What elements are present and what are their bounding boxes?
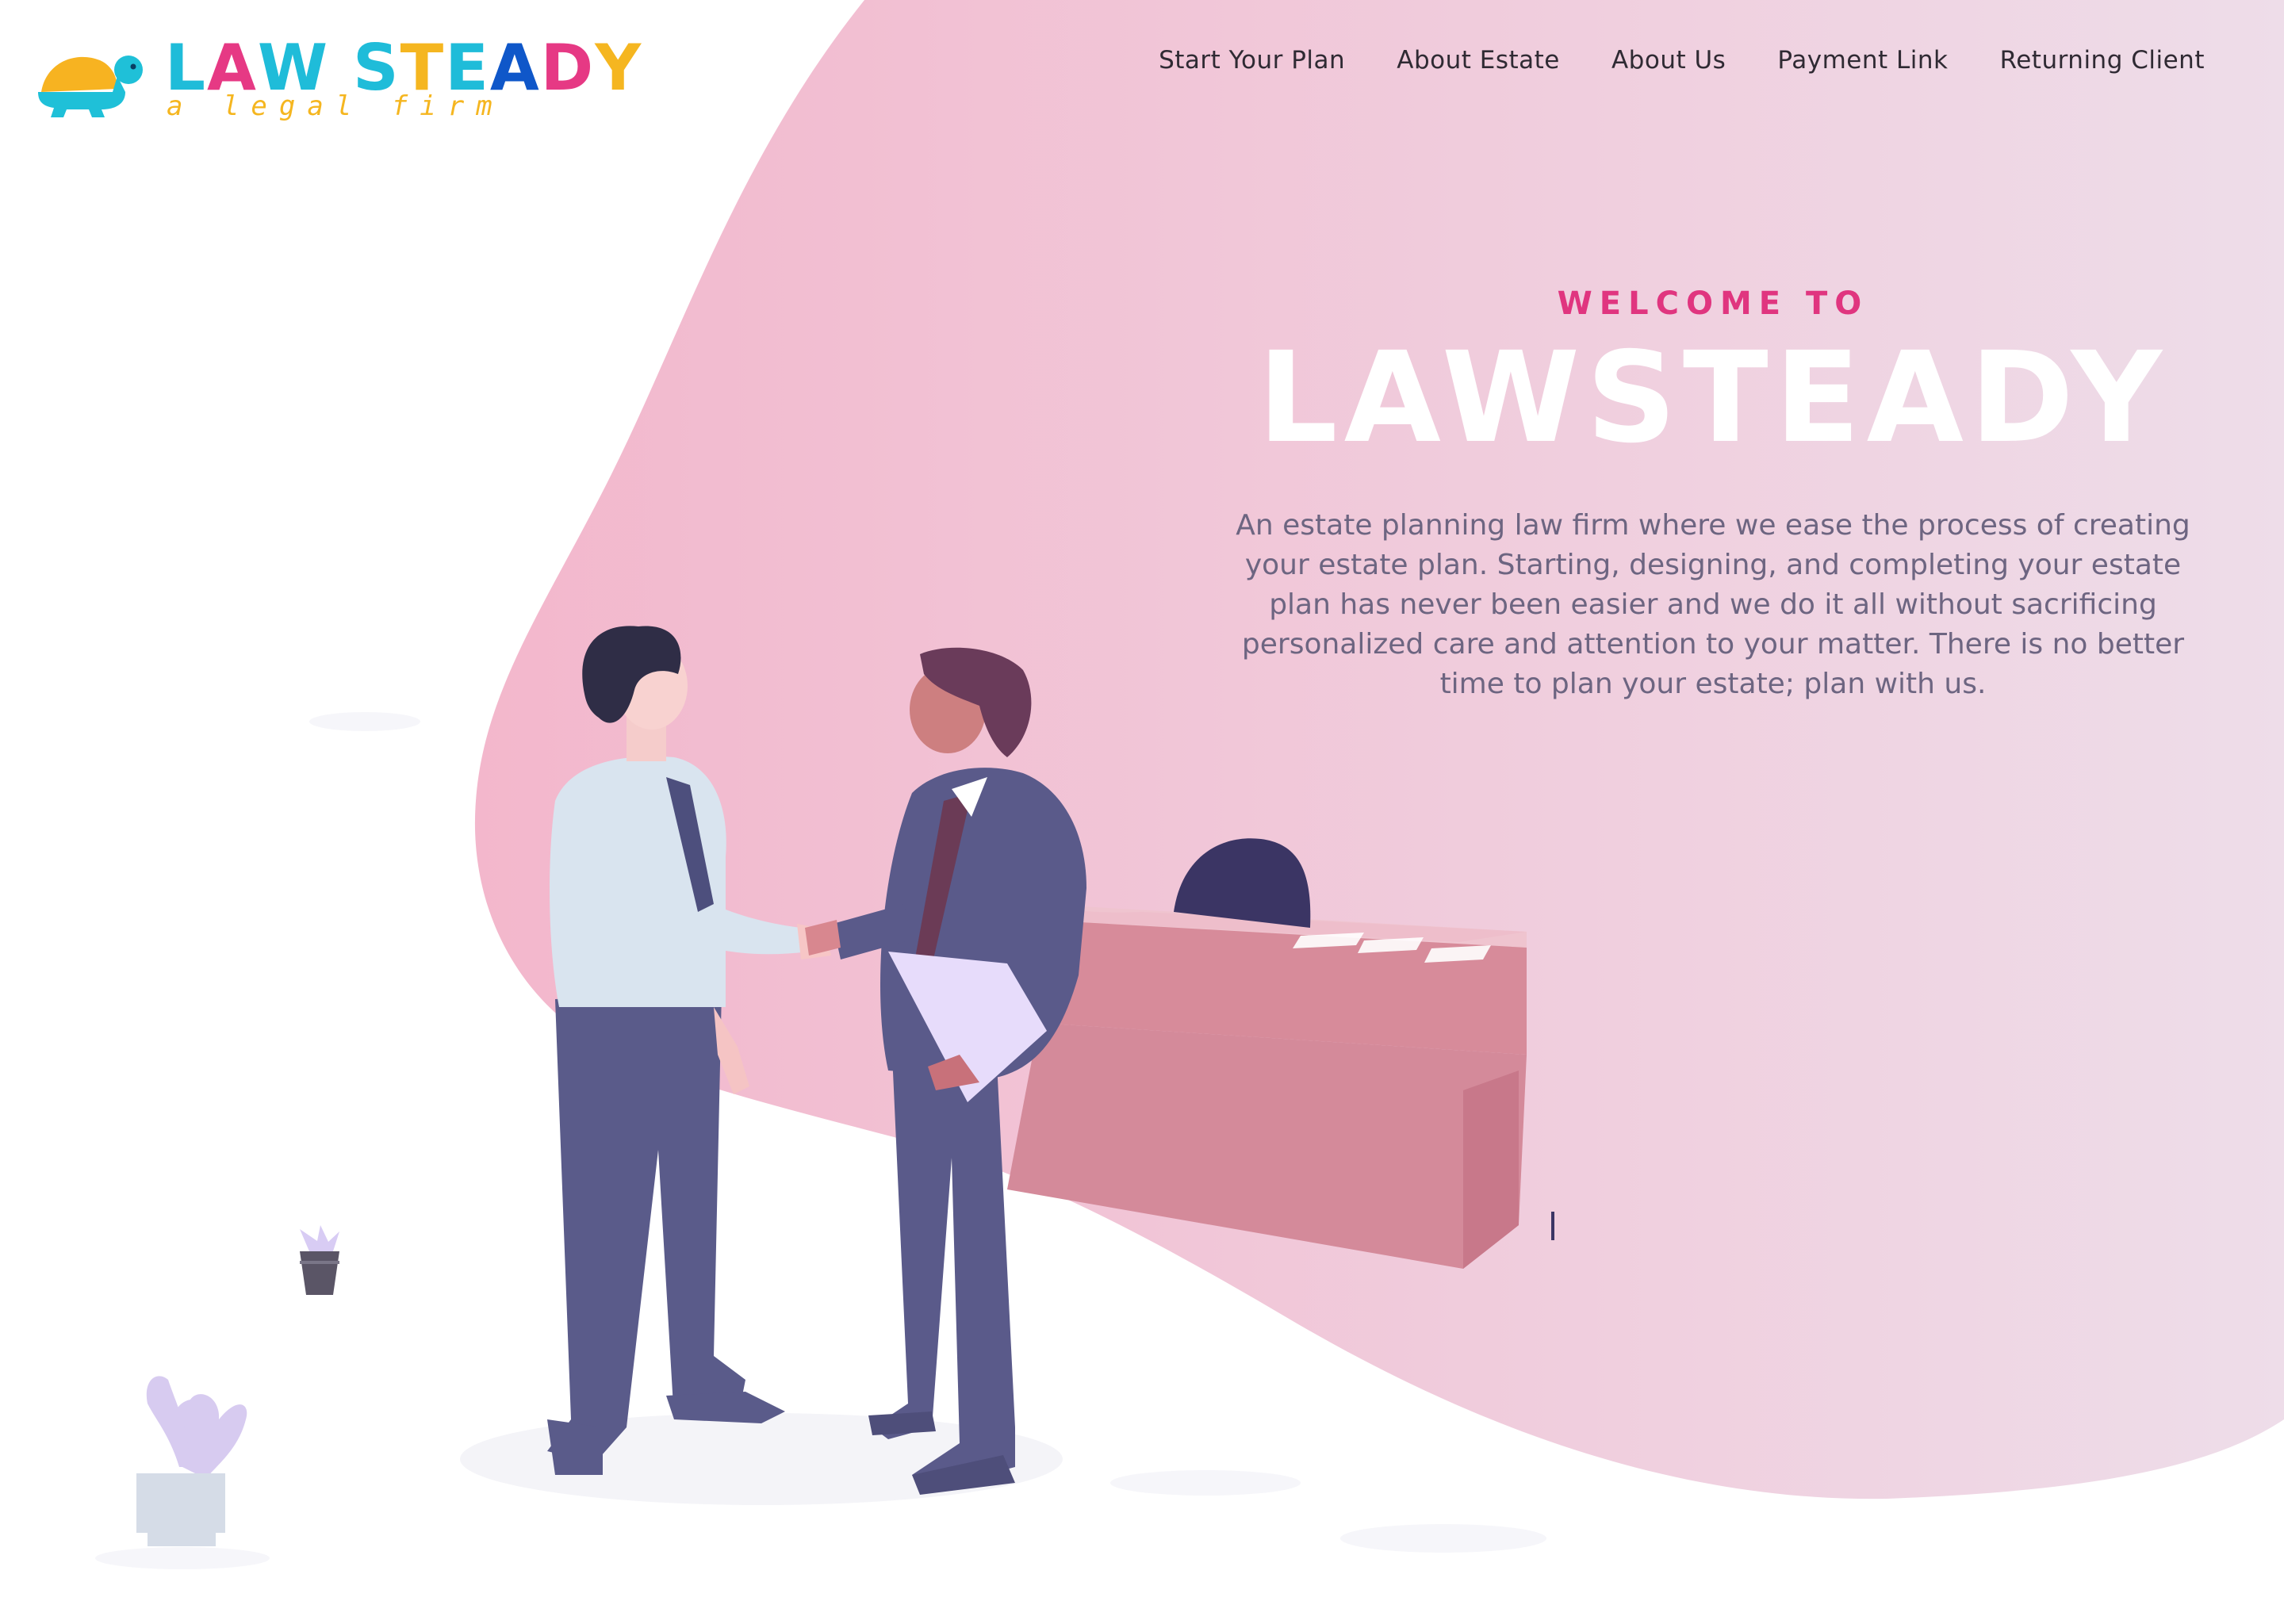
logo-tagline: a legal firm [167,90,504,122]
floor-shadow-small [1340,1524,1546,1553]
floor-shadow-small [309,712,420,731]
nav-start-your-plan[interactable]: Start Your Plan [1159,46,1345,75]
landing-page: LAW STEADY a legal firm Start Your Plan … [0,0,2284,1624]
logo-letter: Y [595,31,643,105]
small-plant [300,1225,339,1295]
nav-returning-client[interactable]: Returning Client [2000,46,2205,75]
hero-illustration [95,0,2284,1569]
nav-payment-link[interactable]: Payment Link [1777,46,1948,75]
floor-shadow-small [1110,1470,1301,1496]
hero-section: WELCOME TO LAWSTEADY An estate planning … [1205,285,2221,704]
main-nav: Start Your Plan About Estate About Us Pa… [1111,46,2205,81]
hero-description: An estate planning law firm where we eas… [1236,509,2190,700]
background-blob [474,0,2284,1500]
nav-about-us[interactable]: About Us [1611,46,1726,75]
hero-eyebrow: WELCOME TO [1557,285,1869,322]
cactus-plant [136,1376,247,1546]
nav-about-estate[interactable]: About Estate [1397,46,1560,75]
hero-title: LAWSTEADY [1258,325,2168,471]
floor-shadow-small [95,1547,270,1569]
turtle-icon [38,56,143,117]
logo-letter: D [540,31,596,105]
brand-logo[interactable]: LAW STEADY a legal firm [32,32,641,127]
